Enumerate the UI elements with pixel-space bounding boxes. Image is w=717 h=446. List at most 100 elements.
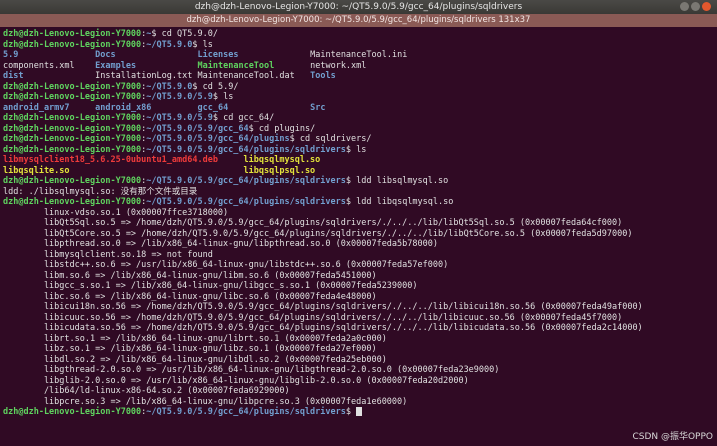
prompt-user-host: dzh@dzh-Lenovo-Legion-Y7000	[3, 134, 142, 144]
terminal-line: dzh@dzh-Lenovo-Legion-Y7000:~/QT5.9.0$ c…	[3, 82, 714, 93]
ls-entry: android_x86	[95, 102, 152, 113]
command-text: cd QT5.9.0/	[161, 29, 218, 39]
command-text: cd plugins/	[258, 123, 316, 134]
watermark: CSDN @振华OPPO	[632, 432, 713, 442]
output-text: libpcre.so.3 => /lib/x86_64-linux-gnu/li…	[3, 396, 408, 407]
ls-entry: components.xml	[3, 60, 75, 71]
terminal-line: libicuuc.so.56 => /home/dzh/QT5.9.0/5.9/…	[3, 313, 714, 324]
terminal-line: dzh@dzh-Lenovo-Legion-Y7000:~$ cd QT5.9.…	[3, 29, 714, 40]
output-text: libc.so.6 => /lib/x86_64-linux-gnu/libc.…	[3, 291, 377, 302]
close-button[interactable]	[702, 2, 711, 11]
prompt-path: ~/QT5.9.0/5.9/gcc_64/plugins/sqldrivers	[146, 197, 346, 207]
terminal-line: libdl.so.2 => /lib/x86_64-linux-gnu/libd…	[3, 355, 714, 366]
ls-entry: network.xml	[310, 60, 367, 71]
terminal-line: libgthread-2.0.so.0 => /usr/lib/x86_64-l…	[3, 365, 714, 376]
prompt-path: ~/QT5.9.0/5.9	[146, 113, 213, 123]
output-text: libicuuc.so.56 => /home/dzh/QT5.9.0/5.9/…	[3, 312, 623, 323]
terminal-line: /lib64/ld-linux-x86-64.so.2 (0x00007feda…	[3, 386, 714, 397]
window-titlebar[interactable]: dzh@dzh-Lenovo-Legion-Y7000: ~/QT5.9.0/5…	[0, 0, 717, 14]
prompt-path: ~/QT5.9.0/5.9/gcc_64/plugins/sqldrivers	[146, 176, 346, 186]
terminal-line: libz.so.1 => /lib/x86_64-linux-gnu/libz.…	[3, 344, 714, 355]
ls-entry: Tools	[310, 71, 336, 81]
terminal-line: libqsqlite.so libqsqlpsql.so	[3, 166, 714, 177]
output-text: libstdc++.so.6 => /usr/lib/x86_64-linux-…	[3, 260, 449, 270]
prompt-symbol: $	[345, 176, 357, 186]
prompt-user-host: dzh@dzh-Lenovo-Legion-Y7000	[3, 197, 142, 207]
output-text: libQt5Core.so.5 => /home/dzh/QT5.9.0/5.9…	[3, 228, 633, 239]
output-text: linux-vdso.so.1 (0x00007ffce3718000)	[3, 207, 229, 218]
output-text: libicui18n.so.56 => /home/dzh/QT5.9.0/5.…	[3, 302, 643, 312]
terminal-line: dzh@dzh-Lenovo-Legion-Y7000:~/QT5.9.0/5.…	[3, 176, 714, 187]
terminal-line: libc.so.6 => /lib/x86_64-linux-gnu/libc.…	[3, 292, 714, 303]
terminal-line: 5.9 Docs Licenses MaintenanceTool.ini	[3, 50, 714, 61]
prompt-path: ~/QT5.9.0/5.9/gcc_64/plugins/sqldrivers	[146, 144, 346, 155]
ls-entry: Examples	[95, 60, 137, 71]
command-text: cd gcc_64/	[223, 113, 275, 123]
ls-padding	[70, 166, 244, 176]
tab-label: dzh@dzh-Lenovo-Legion-Y7000: ~/QT5.9.0/5…	[186, 15, 531, 25]
prompt-symbol: $	[248, 123, 259, 134]
prompt-user-host: dzh@dzh-Lenovo-Legion-Y7000	[3, 81, 142, 92]
terminal-line: librt.so.1 => /lib/x86_64-linux-gnu/libr…	[3, 334, 714, 345]
prompt-user-host: dzh@dzh-Lenovo-Legion-Y7000	[3, 407, 142, 417]
prompt-path: ~/QT5.9.0/5.9/gcc_64/plugins	[146, 134, 290, 144]
window-controls	[680, 2, 711, 11]
output-text: libpthread.so.0 => /lib/x86_64-linux-gnu…	[3, 239, 438, 249]
maximize-button[interactable]	[691, 2, 700, 11]
prompt-user-host: dzh@dzh-Lenovo-Legion-Y7000	[3, 39, 142, 50]
terminal-line: linux-vdso.so.1 (0x00007ffce3718000)	[3, 208, 714, 219]
output-text: librt.so.1 => /lib/x86_64-linux-gnu/libr…	[3, 333, 387, 344]
ls-entry: MaintenanceTool.dat	[197, 71, 295, 81]
ls-padding	[75, 61, 95, 71]
prompt-symbol: $	[192, 39, 203, 50]
prompt-symbol: $	[192, 81, 203, 92]
prompt-user-host: dzh@dzh-Lenovo-Legion-Y7000	[3, 113, 142, 123]
terminal-line: libicudata.so.56 => /home/dzh/QT5.9.0/5.…	[3, 323, 714, 334]
ls-entry: android_armv7	[3, 102, 70, 113]
terminal-output[interactable]: dzh@dzh-Lenovo-Legion-Y7000:~$ cd QT5.9.…	[0, 27, 717, 446]
terminal-line: components.xml Examples MaintenanceTool …	[3, 61, 714, 72]
command-text: cd 5.9/	[202, 81, 239, 92]
prompt-path: ~/QT5.9.0/5.9	[146, 92, 213, 102]
ls-entry: libqsqlpsql.so	[243, 165, 316, 176]
terminal-tab[interactable]: dzh@dzh-Lenovo-Legion-Y7000: ~/QT5.9.0/5…	[0, 14, 717, 27]
prompt-symbol: $	[289, 134, 300, 144]
ls-padding	[218, 155, 244, 165]
ls-padding	[136, 61, 197, 71]
prompt-symbol: $	[345, 144, 357, 155]
output-text: libgcc_s.so.1 => /lib/x86_64-linux-gnu/l…	[3, 281, 418, 291]
ls-padding	[151, 103, 197, 113]
prompt-path: ~/QT5.9.0/5.9/gcc_64/plugins/sqldrivers	[146, 407, 346, 417]
ls-entry: InstallationLog.txt	[95, 71, 193, 81]
output-text: libicudata.so.56 => /home/dzh/QT5.9.0/5.…	[3, 323, 643, 333]
ls-entry: Licenses	[197, 50, 239, 60]
minimize-button[interactable]	[680, 2, 689, 11]
prompt-symbol: $	[212, 113, 224, 123]
command-text: cd sqldrivers/	[299, 134, 372, 144]
output-text: /lib64/ld-linux-x86-64.so.2 (0x00007feda…	[3, 386, 290, 396]
prompt-user-host: dzh@dzh-Lenovo-Legion-Y7000	[3, 29, 142, 39]
terminal-line: android_armv7 android_x86 gcc_64 Src	[3, 103, 714, 114]
output-text: libglib-2.0.so.0 => /usr/lib/x86_64-linu…	[3, 375, 469, 386]
command-text: ls	[202, 39, 213, 50]
prompt-symbol: $	[212, 92, 224, 102]
terminal-line: libglib-2.0.so.0 => /usr/lib/x86_64-linu…	[3, 376, 714, 387]
ls-padding	[238, 50, 310, 60]
terminal-line: libpthread.so.0 => /lib/x86_64-linux-gnu…	[3, 239, 714, 250]
ls-entry: libqsqlmysql.so	[243, 155, 321, 165]
prompt-path: ~/QT5.9.0	[146, 81, 193, 92]
terminal-line: dzh@dzh-Lenovo-Legion-Y7000:~/QT5.9.0/5.…	[3, 145, 714, 156]
terminal-line: dzh@dzh-Lenovo-Legion-Y7000:~/QT5.9.0$ l…	[3, 40, 714, 51]
ls-padding	[23, 71, 95, 81]
terminal-line: libstdc++.so.6 => /usr/lib/x86_64-linux-…	[3, 260, 714, 271]
prompt-user-host: dzh@dzh-Lenovo-Legion-Y7000	[3, 176, 142, 186]
terminal-line: libmysqlclient18_5.6.25-0ubuntu1_amd64.d…	[3, 155, 714, 166]
terminal-line: libpcre.so.3 => /lib/x86_64-linux-gnu/li…	[3, 397, 714, 408]
terminal-line: libgcc_s.so.1 => /lib/x86_64-linux-gnu/l…	[3, 281, 714, 292]
ls-entry: libmysqlclient18_5.6.25-0ubuntu1_amd64.d…	[3, 155, 218, 165]
terminal-line: ldd: ./libsqlmysql.so: 没有那个文件或目录	[3, 187, 714, 198]
terminal-line: dzh@dzh-Lenovo-Legion-Y7000:~/QT5.9.0/5.…	[3, 407, 714, 418]
ls-padding	[228, 103, 310, 113]
command-text: ldd libqsqlmysql.so	[356, 197, 454, 207]
terminal-line: libQt5Core.so.5 => /home/dzh/QT5.9.0/5.9…	[3, 229, 714, 240]
